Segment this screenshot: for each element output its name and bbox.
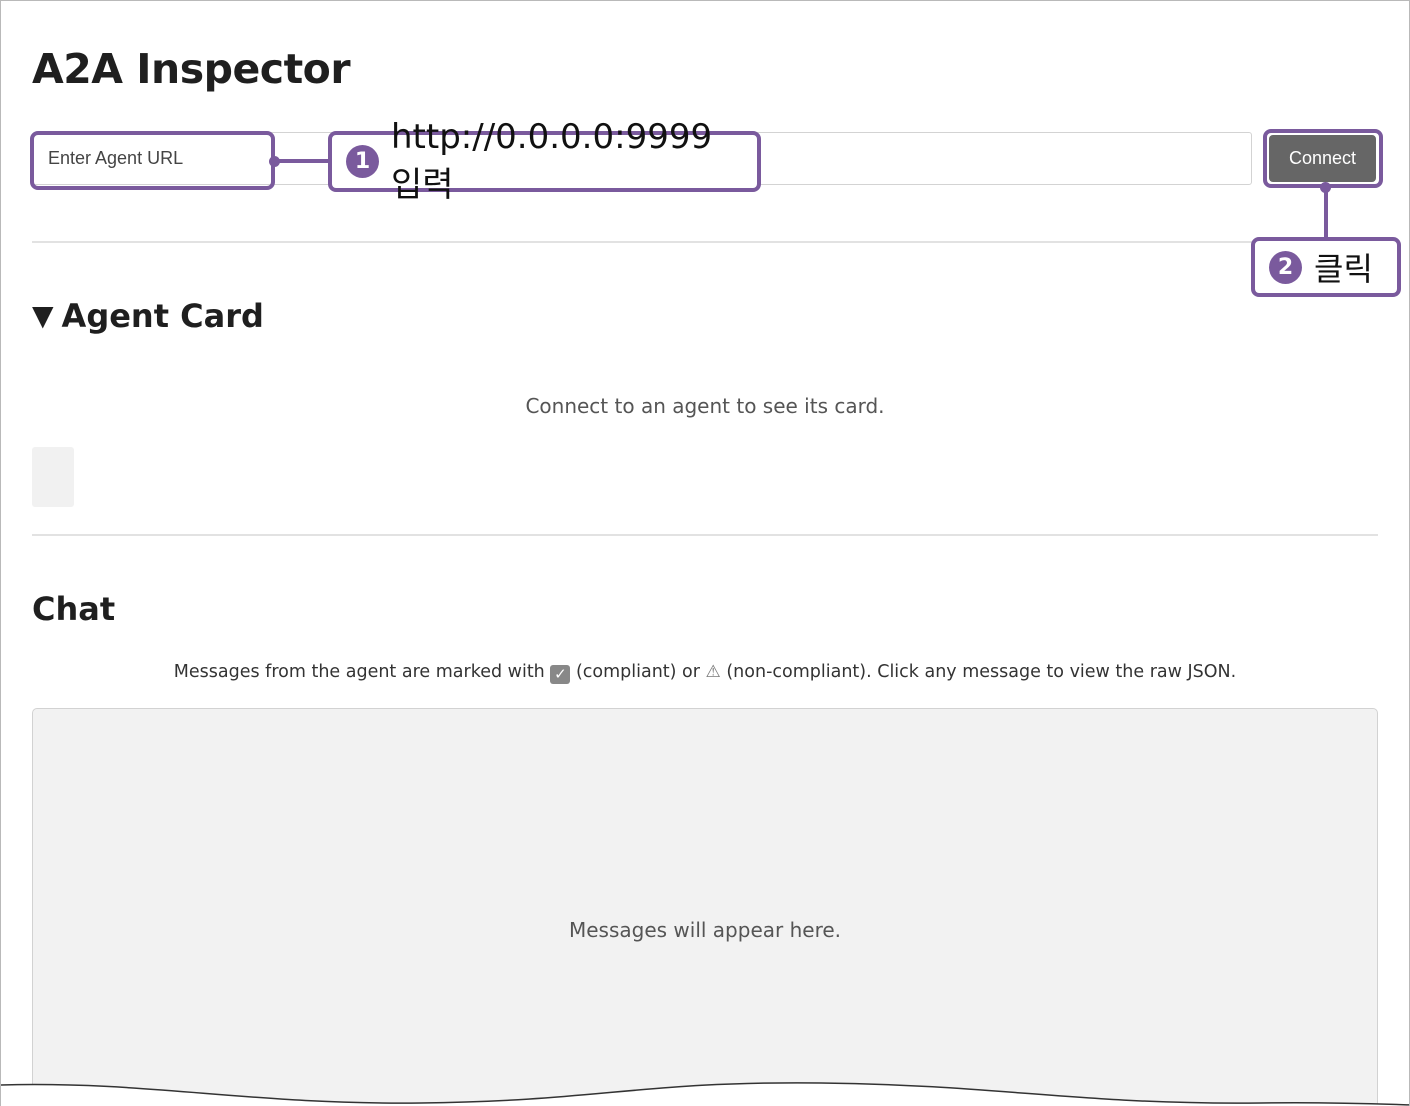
triangle-down-icon: ▼: [32, 299, 54, 332]
callout-connector: [275, 159, 329, 163]
callout-step-2: 2 클릭: [1251, 237, 1401, 297]
torn-paper-edge: [1, 1082, 1409, 1106]
divider: [32, 534, 1378, 536]
callout-step-1-text: http://0.0.0.0:9999 입력: [391, 117, 713, 205]
callout-step-1: 1 http://0.0.0.0:9999 입력: [328, 117, 761, 205]
input-highlight-box: [30, 131, 275, 190]
callout-dot: [1320, 182, 1331, 193]
chat-hint-compliant: (compliant) or: [575, 662, 700, 682]
agent-card-header[interactable]: ▼ Agent Card: [32, 297, 264, 335]
agent-card-title: Agent Card: [61, 297, 264, 335]
agent-card-empty-text: Connect to an agent to see its card.: [525, 394, 885, 418]
step-number-badge: 2: [1269, 250, 1302, 284]
warning-triangle-icon: ⚠: [705, 662, 721, 682]
callout-dot: [269, 156, 280, 167]
chat-messages-area[interactable]: Messages will appear here.: [32, 708, 1378, 1106]
chat-hint: Messages from the agent are marked with …: [32, 662, 1378, 684]
step-number-badge: 1: [346, 145, 379, 178]
callout-step-2-text: 클릭: [1314, 250, 1373, 288]
chat-title: Chat: [32, 590, 116, 628]
inspector-page: A2A Inspector Connect ▼Agent Card Connec…: [0, 0, 1410, 1106]
chat-empty-text: Messages will appear here.: [568, 918, 842, 942]
divider: [32, 241, 1378, 243]
chat-hint-suffix: (non-compliant). Click any message to vi…: [726, 662, 1237, 682]
callout-connector: [1324, 187, 1328, 239]
agent-card-placeholder: [32, 447, 74, 507]
chat-hint-prefix: Messages from the agent are marked with: [173, 662, 545, 682]
checkbox-check-icon: ✓: [550, 665, 571, 684]
button-highlight-box: [1263, 129, 1383, 188]
page-title: A2A Inspector: [32, 45, 351, 93]
